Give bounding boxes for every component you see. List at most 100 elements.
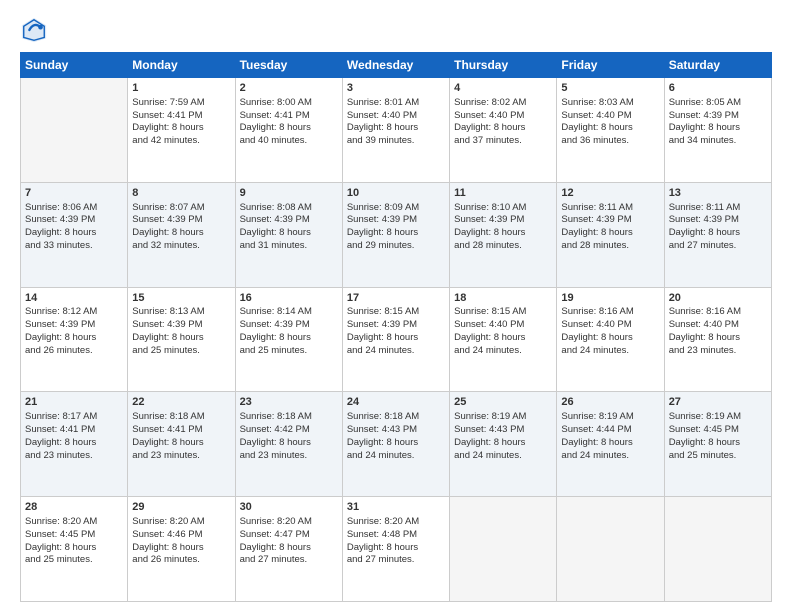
page: SundayMondayTuesdayWednesdayThursdayFrid… [0,0,792,612]
calendar-cell [450,497,557,602]
sunrise-text: Sunrise: 8:20 AM [132,516,204,527]
daylight-text-cont: and 24 minutes. [347,450,415,461]
daylight-text: Daylight: 8 hours [25,542,96,553]
sunrise-text: Sunrise: 8:15 AM [347,306,419,317]
sunrise-text: Sunrise: 8:11 AM [669,202,741,213]
day-number: 2 [240,81,338,96]
sunset-text: Sunset: 4:39 PM [240,214,310,225]
sunset-text: Sunset: 4:39 PM [240,319,310,330]
daylight-text: Daylight: 8 hours [347,227,418,238]
daylight-text: Daylight: 8 hours [132,437,203,448]
calendar-cell: 6Sunrise: 8:05 AMSunset: 4:39 PMDaylight… [664,78,771,183]
daylight-text: Daylight: 8 hours [454,332,525,343]
calendar-cell: 27Sunrise: 8:19 AMSunset: 4:45 PMDayligh… [664,392,771,497]
calendar-cell: 22Sunrise: 8:18 AMSunset: 4:41 PMDayligh… [128,392,235,497]
day-number: 9 [240,186,338,201]
daylight-text: Daylight: 8 hours [561,122,632,133]
day-number: 5 [561,81,659,96]
daylight-text-cont: and 29 minutes. [347,240,415,251]
calendar-cell [664,497,771,602]
sunset-text: Sunset: 4:39 PM [669,214,739,225]
calendar-cell [21,78,128,183]
sunrise-text: Sunrise: 8:15 AM [454,306,526,317]
daylight-text-cont: and 27 minutes. [347,554,415,565]
calendar-cell: 12Sunrise: 8:11 AMSunset: 4:39 PMDayligh… [557,182,664,287]
sunrise-text: Sunrise: 8:18 AM [240,411,312,422]
daylight-text-cont: and 31 minutes. [240,240,308,251]
calendar-cell: 13Sunrise: 8:11 AMSunset: 4:39 PMDayligh… [664,182,771,287]
daylight-text-cont: and 24 minutes. [561,345,629,356]
day-number: 16 [240,291,338,306]
calendar-cell: 8Sunrise: 8:07 AMSunset: 4:39 PMDaylight… [128,182,235,287]
day-number: 24 [347,395,445,410]
sunrise-text: Sunrise: 8:17 AM [25,411,97,422]
calendar-header-saturday: Saturday [664,53,771,78]
daylight-text: Daylight: 8 hours [25,332,96,343]
sunset-text: Sunset: 4:41 PM [25,424,95,435]
sunset-text: Sunset: 4:39 PM [25,214,95,225]
daylight-text-cont: and 23 minutes. [669,345,737,356]
day-number: 11 [454,186,552,201]
day-number: 25 [454,395,552,410]
calendar-header-wednesday: Wednesday [342,53,449,78]
day-number: 15 [132,291,230,306]
day-number: 28 [25,500,123,515]
daylight-text: Daylight: 8 hours [240,542,311,553]
sunrise-text: Sunrise: 8:01 AM [347,97,419,108]
calendar-cell: 29Sunrise: 8:20 AMSunset: 4:46 PMDayligh… [128,497,235,602]
calendar-cell: 2Sunrise: 8:00 AMSunset: 4:41 PMDaylight… [235,78,342,183]
calendar-cell: 30Sunrise: 8:20 AMSunset: 4:47 PMDayligh… [235,497,342,602]
sunset-text: Sunset: 4:48 PM [347,529,417,540]
daylight-text: Daylight: 8 hours [669,437,740,448]
daylight-text: Daylight: 8 hours [454,227,525,238]
sunrise-text: Sunrise: 8:03 AM [561,97,633,108]
sunrise-text: Sunrise: 8:18 AM [347,411,419,422]
daylight-text-cont: and 23 minutes. [25,450,93,461]
day-number: 3 [347,81,445,96]
daylight-text-cont: and 26 minutes. [25,345,93,356]
sunset-text: Sunset: 4:41 PM [240,110,310,121]
daylight-text: Daylight: 8 hours [132,227,203,238]
sunrise-text: Sunrise: 8:19 AM [561,411,633,422]
sunset-text: Sunset: 4:39 PM [347,214,417,225]
calendar-header-thursday: Thursday [450,53,557,78]
sunrise-text: Sunrise: 8:20 AM [25,516,97,527]
sunset-text: Sunset: 4:40 PM [347,110,417,121]
day-number: 21 [25,395,123,410]
sunset-text: Sunset: 4:39 PM [347,319,417,330]
daylight-text: Daylight: 8 hours [25,227,96,238]
daylight-text-cont: and 39 minutes. [347,135,415,146]
day-number: 31 [347,500,445,515]
sunset-text: Sunset: 4:43 PM [347,424,417,435]
daylight-text: Daylight: 8 hours [669,332,740,343]
calendar-cell: 14Sunrise: 8:12 AMSunset: 4:39 PMDayligh… [21,287,128,392]
daylight-text: Daylight: 8 hours [240,122,311,133]
daylight-text-cont: and 25 minutes. [132,345,200,356]
sunrise-text: Sunrise: 8:08 AM [240,202,312,213]
sunrise-text: Sunrise: 8:16 AM [669,306,741,317]
day-number: 29 [132,500,230,515]
header [20,16,772,44]
calendar-cell: 21Sunrise: 8:17 AMSunset: 4:41 PMDayligh… [21,392,128,497]
daylight-text-cont: and 37 minutes. [454,135,522,146]
sunset-text: Sunset: 4:44 PM [561,424,631,435]
calendar-header-tuesday: Tuesday [235,53,342,78]
sunrise-text: Sunrise: 8:12 AM [25,306,97,317]
calendar-week-row: 7Sunrise: 8:06 AMSunset: 4:39 PMDaylight… [21,182,772,287]
daylight-text-cont: and 25 minutes. [25,554,93,565]
daylight-text-cont: and 23 minutes. [240,450,308,461]
day-number: 10 [347,186,445,201]
sunrise-text: Sunrise: 8:13 AM [132,306,204,317]
calendar-week-row: 14Sunrise: 8:12 AMSunset: 4:39 PMDayligh… [21,287,772,392]
daylight-text-cont: and 27 minutes. [669,240,737,251]
sunrise-text: Sunrise: 8:20 AM [347,516,419,527]
calendar-cell [557,497,664,602]
sunrise-text: Sunrise: 8:14 AM [240,306,312,317]
day-number: 19 [561,291,659,306]
calendar-cell: 11Sunrise: 8:10 AMSunset: 4:39 PMDayligh… [450,182,557,287]
calendar-header-monday: Monday [128,53,235,78]
calendar-cell: 28Sunrise: 8:20 AMSunset: 4:45 PMDayligh… [21,497,128,602]
calendar-cell: 18Sunrise: 8:15 AMSunset: 4:40 PMDayligh… [450,287,557,392]
sunset-text: Sunset: 4:41 PM [132,424,202,435]
sunset-text: Sunset: 4:40 PM [454,110,524,121]
